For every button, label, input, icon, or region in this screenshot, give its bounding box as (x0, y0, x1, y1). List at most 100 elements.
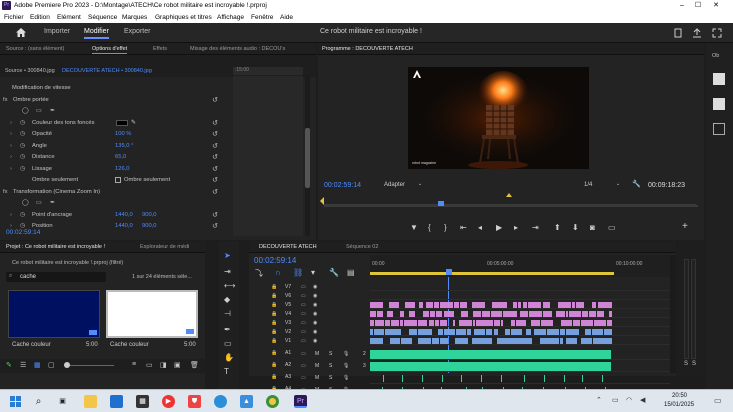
track-sync-icon[interactable]: ▭ (301, 311, 306, 317)
video-clip[interactable] (493, 320, 501, 326)
video-clip[interactable] (565, 329, 580, 335)
tab-sequence-decouverte[interactable]: DECOUVERTE ATECH (259, 244, 317, 250)
panel-swatch[interactable] (713, 73, 725, 85)
video-clip[interactable] (404, 320, 417, 326)
video-clip[interactable] (560, 329, 565, 335)
menu-marques[interactable]: Marques (122, 14, 147, 21)
track-lock-icon[interactable]: 🔒 (271, 350, 277, 356)
video-clip[interactable] (598, 302, 612, 308)
video-clip[interactable] (519, 311, 524, 317)
track-eye-icon[interactable]: ◉ (313, 338, 317, 344)
ellipse-mask-icon[interactable]: ◯ (22, 108, 29, 114)
app-icon-red[interactable]: ⛊ (188, 395, 201, 408)
track-sync-icon[interactable]: ▭ (301, 375, 306, 381)
video-clip[interactable] (565, 311, 568, 317)
menu-edition[interactable]: Edition (30, 14, 50, 21)
track-lane[interactable] (370, 319, 670, 327)
track-label[interactable]: V1 (285, 338, 291, 344)
video-clip[interactable] (510, 329, 522, 335)
video-clip[interactable] (390, 338, 401, 344)
track-sync-icon[interactable]: ▭ (301, 284, 306, 290)
video-clip[interactable] (453, 320, 456, 326)
param-value[interactable]: 126,0 (115, 166, 130, 172)
track-lock-icon[interactable]: 🔒 (271, 338, 277, 344)
video-clip[interactable] (512, 302, 517, 308)
video-clip[interactable] (437, 329, 444, 335)
track-label[interactable]: A3 (285, 374, 291, 380)
reset-icon[interactable]: ↺ (212, 153, 218, 161)
video-clip[interactable] (388, 302, 393, 308)
video-clip[interactable] (405, 302, 408, 308)
video-clip[interactable] (539, 338, 546, 344)
video-clip[interactable] (493, 329, 498, 335)
video-clip[interactable] (565, 338, 578, 344)
expand-arrow-icon[interactable]: › (10, 120, 12, 126)
project-item-thumbnail-1[interactable] (8, 290, 100, 338)
track-lane[interactable] (370, 283, 670, 291)
video-clip[interactable] (378, 302, 383, 308)
video-clip[interactable] (418, 329, 425, 335)
video-clip[interactable] (393, 302, 399, 308)
taskbar-date[interactable]: 15/01/2025 (664, 402, 694, 408)
reset-icon[interactable]: ↺ (212, 176, 218, 184)
selection-tool-icon[interactable]: ➤ (224, 251, 231, 260)
timeline-scrollbar[interactable] (670, 255, 676, 373)
video-clip[interactable] (399, 320, 403, 326)
audio-clip[interactable] (524, 375, 526, 382)
video-clip[interactable] (473, 329, 486, 335)
source-clip-label[interactable]: Source • 300840.jpg (5, 68, 55, 74)
param-value[interactable]: 100 % (115, 131, 131, 137)
pen-mask-icon[interactable]: ✒ (50, 108, 55, 114)
reset-icon[interactable]: ↺ (212, 165, 218, 173)
video-clip[interactable] (593, 320, 607, 326)
step-back-icon[interactable]: ◂ (478, 223, 482, 232)
video-clip[interactable] (528, 311, 543, 317)
timeline-ruler[interactable]: 00:00 00:05:00:00 00:10:00:00 (370, 255, 670, 277)
video-clip[interactable] (433, 302, 439, 308)
mark-out-icon[interactable]: } (444, 223, 447, 232)
solo-button[interactable]: S (329, 363, 332, 369)
video-clip[interactable] (602, 338, 612, 344)
tab-media-browser[interactable]: Explorateur de médi (140, 244, 189, 250)
video-clip[interactable] (370, 320, 375, 326)
snap-icon[interactable]: ∩ (275, 268, 281, 277)
video-clip[interactable] (461, 311, 468, 317)
video-clip[interactable] (408, 302, 416, 308)
reset-icon[interactable]: ↺ (212, 222, 218, 230)
track-sync-icon[interactable]: ▭ (301, 293, 306, 299)
mail-icon[interactable] (110, 395, 123, 408)
captions-icon[interactable]: ▤ (347, 268, 355, 277)
track-label[interactable]: V6 (285, 293, 291, 299)
audio-clip[interactable] (370, 362, 611, 371)
video-clip[interactable] (522, 338, 532, 344)
solo-button[interactable]: S (329, 351, 332, 357)
extract-icon[interactable]: ⬇ (572, 223, 579, 232)
video-clip[interactable] (546, 329, 560, 335)
video-clip[interactable] (472, 320, 475, 326)
reset-icon[interactable]: ↺ (212, 188, 218, 196)
audio-clip[interactable] (370, 350, 611, 359)
list-view-icon[interactable]: ☰ (20, 361, 26, 369)
workspaces-icon[interactable] (673, 28, 683, 38)
audio-clip[interactable] (581, 375, 583, 382)
audio-clip[interactable] (500, 375, 502, 382)
video-clip[interactable] (384, 320, 390, 326)
video-clip[interactable] (524, 311, 529, 317)
menu-affichage[interactable]: Affichage (217, 14, 244, 21)
video-clip[interactable] (500, 320, 504, 326)
video-clip[interactable] (408, 329, 418, 335)
razor-tool-icon[interactable]: ◆ (224, 295, 230, 304)
hand-tool-icon[interactable]: ✋ (224, 353, 234, 362)
video-clip[interactable] (456, 329, 467, 335)
rectangle-mask-icon[interactable]: ▭ (36, 108, 41, 114)
bin-icon[interactable]: ▣ (174, 361, 181, 369)
stopwatch-icon[interactable]: ◷ (20, 166, 25, 172)
track-eye-icon[interactable]: ◉ (313, 311, 317, 317)
mute-button[interactable]: M (315, 375, 319, 381)
expand-arrow-icon[interactable]: › (10, 166, 12, 172)
add-marker-icon[interactable]: ▾ (311, 268, 315, 277)
video-clip[interactable] (502, 311, 517, 317)
timeline-timecode[interactable]: 00:02:59:14 (254, 256, 296, 265)
video-clip[interactable] (390, 320, 399, 326)
video-clip[interactable] (444, 311, 450, 317)
